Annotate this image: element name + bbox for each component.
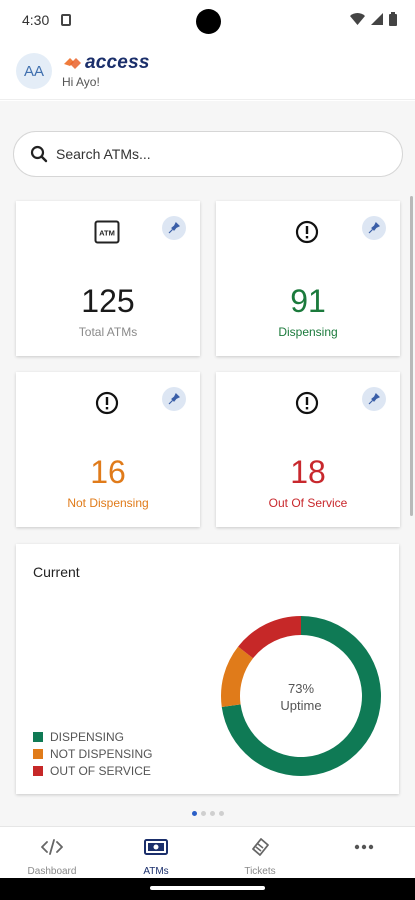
stat-value: 18 bbox=[290, 454, 326, 490]
stat-label: Dispensing bbox=[278, 325, 338, 339]
chart-title: Current bbox=[33, 564, 80, 580]
chart-legend: DISPENSING NOT DISPENSING OUT OF SERVICE bbox=[33, 728, 152, 779]
status-indicators bbox=[350, 12, 397, 26]
system-navigation-bar bbox=[0, 878, 415, 900]
legend-swatch bbox=[33, 731, 43, 742]
pin-button[interactable] bbox=[362, 216, 386, 240]
battery-icon bbox=[389, 12, 397, 26]
legend-label: DISPENSING bbox=[50, 729, 125, 744]
bottom-navigation: Dashboard ATMs Tickets bbox=[0, 826, 415, 878]
pin-button[interactable] bbox=[162, 216, 186, 240]
page-dot[interactable] bbox=[200, 811, 206, 816]
stat-label: Out Of Service bbox=[268, 496, 348, 510]
app-header: AA access Hi Ayo! bbox=[0, 42, 415, 100]
legend-item-not-dispensing: NOT DISPENSING bbox=[33, 745, 152, 762]
nav-label: ATMs bbox=[143, 866, 169, 877]
stat-card-not-dispensing[interactable]: 16 Not Dispensing bbox=[16, 372, 200, 527]
signal-icon bbox=[371, 13, 383, 25]
status-time: 4:30 bbox=[22, 12, 50, 28]
main-content: ATM 125 Total ATMs 91 Dispensing 16 Not … bbox=[0, 101, 415, 826]
code-icon bbox=[40, 837, 64, 857]
stat-value: 125 bbox=[81, 283, 135, 319]
alert-circle-icon bbox=[294, 219, 320, 245]
page-dot[interactable] bbox=[218, 811, 224, 816]
nav-label: Dashboard bbox=[27, 866, 77, 877]
nav-item-atms[interactable]: ATMs bbox=[104, 827, 208, 879]
pin-button[interactable] bbox=[162, 387, 186, 411]
status-bar: 4:30 bbox=[0, 0, 415, 42]
brand-logo: access bbox=[62, 52, 150, 74]
camera-cutout bbox=[196, 9, 221, 34]
search-icon bbox=[30, 145, 48, 163]
ticket-icon bbox=[248, 837, 272, 857]
current-status-chart-card: Current DISPENSING NOT DISPENSING OUT OF… bbox=[16, 544, 399, 794]
svg-text:ATM: ATM bbox=[99, 229, 115, 238]
legend-label: NOT DISPENSING bbox=[50, 746, 153, 761]
pin-button[interactable] bbox=[362, 387, 386, 411]
nav-item-tickets[interactable]: Tickets bbox=[208, 827, 312, 879]
pin-icon bbox=[168, 393, 180, 405]
page-dot[interactable] bbox=[191, 811, 197, 816]
atm-money-icon bbox=[144, 837, 168, 857]
stat-label: Total ATMs bbox=[78, 325, 138, 339]
legend-item-dispensing: DISPENSING bbox=[33, 728, 152, 745]
nav-item-more[interactable] bbox=[312, 827, 415, 879]
stat-value: 91 bbox=[290, 283, 326, 319]
legend-swatch bbox=[33, 765, 43, 776]
donut-center-text: 73% Uptime bbox=[219, 680, 383, 714]
brand-name: access bbox=[85, 52, 150, 73]
alert-circle-icon bbox=[94, 390, 120, 416]
pin-icon bbox=[368, 222, 380, 234]
stat-card-out-of-service[interactable]: 18 Out Of Service bbox=[216, 372, 400, 527]
wifi-icon bbox=[350, 13, 365, 25]
sim-icon bbox=[61, 14, 71, 26]
alert-circle-icon bbox=[294, 390, 320, 416]
pin-icon bbox=[168, 222, 180, 234]
search-bar[interactable] bbox=[13, 131, 403, 177]
more-icon bbox=[352, 837, 376, 857]
stat-value: 16 bbox=[90, 454, 126, 490]
stat-label: Not Dispensing bbox=[67, 496, 149, 510]
legend-item-out-of-service: OUT OF SERVICE bbox=[33, 762, 152, 779]
home-gesture-pill[interactable] bbox=[150, 886, 265, 890]
scrollbar[interactable] bbox=[410, 196, 413, 516]
uptime-label: Uptime bbox=[280, 698, 322, 713]
nav-item-dashboard[interactable]: Dashboard bbox=[0, 827, 104, 879]
uptime-percent: 73% bbox=[287, 681, 315, 696]
stat-card-total-atms[interactable]: ATM 125 Total ATMs bbox=[16, 201, 200, 356]
legend-swatch bbox=[33, 748, 43, 759]
pin-icon bbox=[368, 393, 380, 405]
donut-slice-out-of-service bbox=[238, 616, 301, 659]
nav-label: Tickets bbox=[244, 866, 276, 877]
atm-icon: ATM bbox=[94, 219, 120, 245]
avatar[interactable]: AA bbox=[16, 53, 52, 89]
stat-card-dispensing[interactable]: 91 Dispensing bbox=[216, 201, 400, 356]
legend-label: OUT OF SERVICE bbox=[50, 763, 151, 778]
page-indicator bbox=[0, 811, 415, 816]
access-logo-icon bbox=[64, 58, 81, 69]
page-dot[interactable] bbox=[209, 811, 215, 816]
greeting-text: Hi Ayo! bbox=[62, 75, 100, 89]
search-input[interactable] bbox=[56, 146, 376, 162]
